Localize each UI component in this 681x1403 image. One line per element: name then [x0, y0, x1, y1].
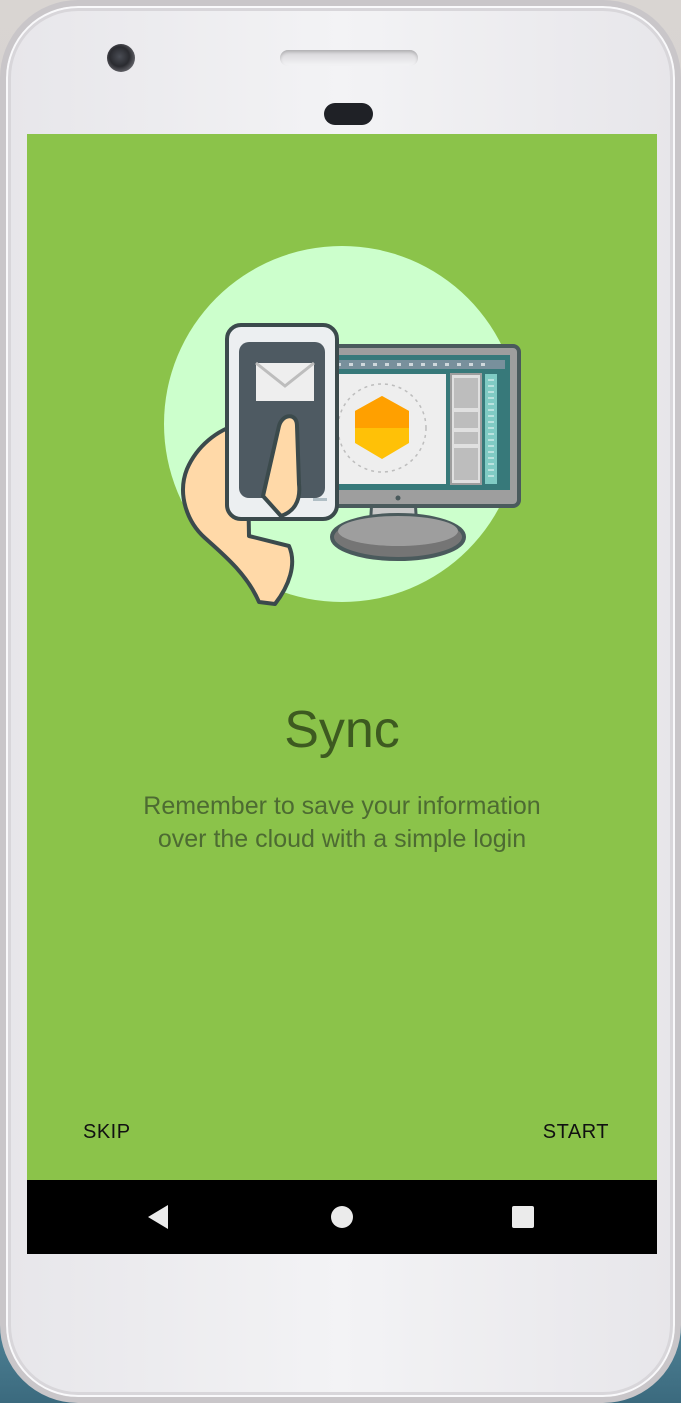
home-circle-icon: [331, 1206, 353, 1228]
description-line-1: Remember to save your information: [143, 792, 541, 820]
envelope-icon: [255, 361, 315, 401]
system-navigation-bar: [27, 1180, 657, 1254]
page-title: Sync: [284, 701, 400, 759]
recents-button[interactable]: [506, 1200, 540, 1234]
page-description: Remember to save your information over t…: [67, 790, 617, 856]
home-button[interactable]: [325, 1200, 359, 1234]
desktop-monitor-icon: [315, 344, 521, 561]
description-line-2: over the cloud with a simple login: [157, 825, 527, 853]
back-triangle-icon: [148, 1205, 168, 1229]
proximity-sensor: [324, 103, 373, 125]
sync-illustration: [164, 246, 521, 606]
start-button[interactable]: START: [543, 1114, 609, 1150]
back-button[interactable]: [141, 1200, 175, 1234]
front-camera: [107, 44, 135, 72]
skip-button[interactable]: SKIP: [83, 1114, 131, 1150]
recents-square-icon: [512, 1206, 534, 1228]
app-screen: Sync Remember to save your information o…: [27, 134, 657, 1254]
earpiece-speaker: [280, 50, 418, 66]
